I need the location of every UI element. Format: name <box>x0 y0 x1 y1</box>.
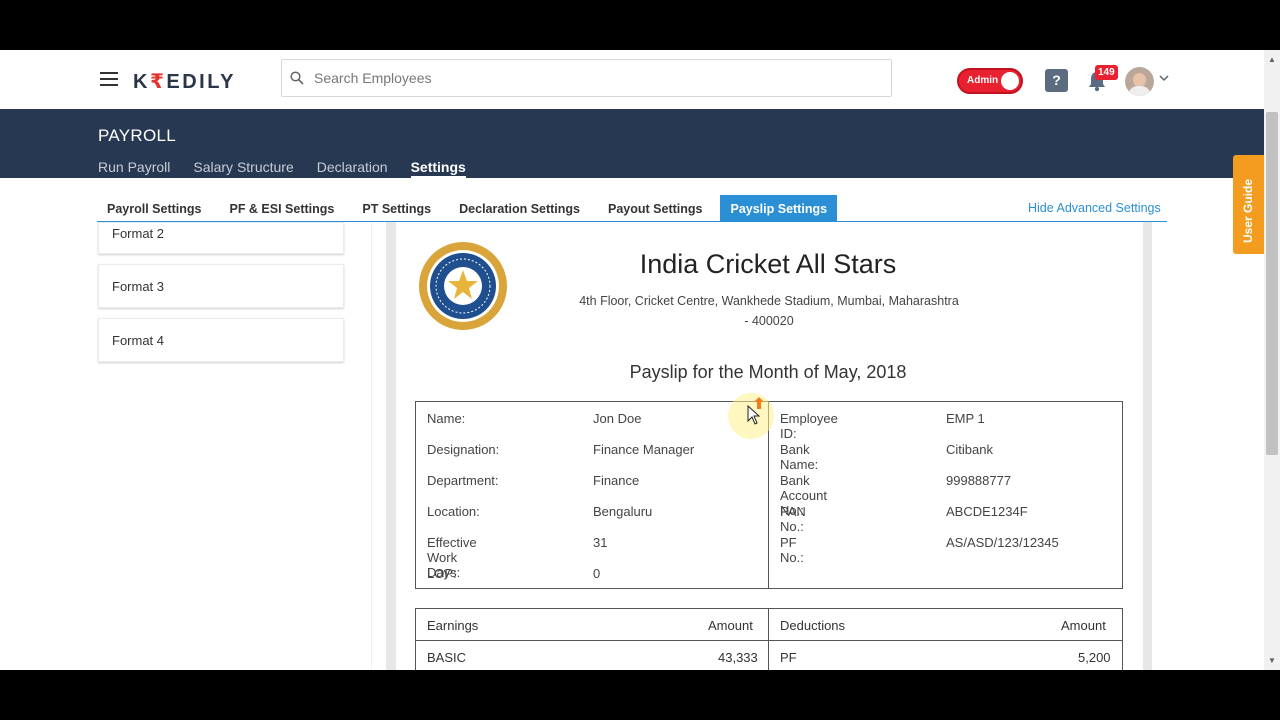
user-avatar[interactable] <box>1125 67 1154 96</box>
info-value: 999888777 <box>946 473 1012 488</box>
company-name: India Cricket All Stars <box>639 249 897 279</box>
info-value: AS/ASD/123/12345 <box>946 535 1059 550</box>
earnings-deductions-table: Earnings Amount Deductions Amount BASIC … <box>415 608 1123 670</box>
address-line-2: - 400020 <box>744 314 794 328</box>
deduction-label: PF <box>780 650 797 665</box>
company-emblem-icon <box>419 242 507 330</box>
scroll-up-arrow-icon[interactable]: ▲ <box>1268 55 1276 64</box>
info-key: Bank Name: <box>780 442 819 472</box>
earnings-amount-header: Amount <box>708 618 753 633</box>
info-key: LOP: <box>427 566 457 581</box>
nav-salary-structure[interactable]: Salary Structure <box>193 159 293 178</box>
format-card-4[interactable]: Format 4 <box>98 318 344 362</box>
nav-settings[interactable]: Settings <box>410 159 466 178</box>
info-value: Bengaluru <box>593 504 653 519</box>
toggle-knob <box>1001 72 1019 90</box>
logo-suffix: EDILY <box>166 71 236 93</box>
table-header-divider <box>416 640 1122 641</box>
info-key: PAN No.: <box>780 504 806 534</box>
settings-tabs: Payroll Settings PF & ESI Settings PT Se… <box>97 195 845 221</box>
page-title: PAYROLL <box>98 126 177 145</box>
user-guide-tab[interactable]: User Guide <box>1233 155 1264 254</box>
tab-declaration-settings[interactable]: Declaration Settings <box>449 195 590 221</box>
info-key: Employee ID: <box>780 411 838 441</box>
top-header: K₹EDILY Admin ? 149 <box>0 50 1264 109</box>
search-icon <box>290 71 304 85</box>
module-nav: Run Payroll Salary Structure Declaration… <box>98 159 466 178</box>
info-key: Location: <box>427 504 480 519</box>
earning-label: BASIC <box>427 650 467 665</box>
logo-prefix: K <box>133 71 150 93</box>
deductions-amount-header: Amount <box>1061 618 1106 633</box>
company-address: 4th Floor, Cricket Centre, Wankhede Stad… <box>556 291 982 331</box>
help-icon[interactable]: ? <box>1045 69 1068 92</box>
nav-run-payroll[interactable]: Run Payroll <box>98 159 170 178</box>
info-key: Designation: <box>427 442 500 457</box>
info-value: Finance <box>593 473 640 488</box>
scrollbar-thumb[interactable] <box>1266 112 1278 455</box>
earning-amount: 43,333 <box>718 650 758 665</box>
admin-toggle[interactable]: Admin <box>957 68 1023 94</box>
format-card-3[interactable]: Format 3 <box>98 264 344 308</box>
search-input[interactable] <box>314 60 874 96</box>
tab-payroll-settings[interactable]: Payroll Settings <box>97 195 211 221</box>
user-guide-label: User Guide <box>1241 178 1255 243</box>
info-value: EMP 1 <box>946 411 985 426</box>
info-key: PF No.: <box>780 535 804 565</box>
nav-declaration[interactable]: Declaration <box>317 159 388 178</box>
tab-pf-esi-settings[interactable]: PF & ESI Settings <box>219 195 344 221</box>
info-value: ABCDE1234F <box>946 504 1028 519</box>
module-header: PAYROLL Run Payroll Salary Structure Dec… <box>0 109 1264 178</box>
deduction-amount: 5,200 <box>1078 650 1111 665</box>
tab-payout-settings[interactable]: Payout Settings <box>598 195 712 221</box>
info-value: 0 <box>593 566 601 581</box>
kredily-logo[interactable]: K₹EDILY <box>133 69 236 94</box>
format-card-2[interactable]: Format 2 <box>98 222 344 254</box>
hamburger-menu-icon[interactable] <box>100 72 118 86</box>
info-value: Jon Doe <box>593 411 642 426</box>
info-key: Name: <box>427 411 466 426</box>
info-value: Citibank <box>946 442 993 457</box>
info-key: Department: <box>427 473 499 488</box>
deductions-header: Deductions <box>780 618 846 633</box>
admin-toggle-label: Admin <box>967 75 999 86</box>
hide-advanced-settings-link[interactable]: Hide Advanced Settings <box>1028 201 1161 215</box>
address-line-1: 4th Floor, Cricket Centre, Wankhede Stad… <box>579 294 959 308</box>
info-value: Finance Manager <box>593 442 695 457</box>
notification-count-badge: 149 <box>1095 65 1118 80</box>
chevron-down-icon[interactable] <box>1158 72 1170 84</box>
tab-payslip-settings[interactable]: Payslip Settings <box>720 195 838 221</box>
payslip-title: Payslip for the Month of May, 2018 <box>629 362 907 382</box>
info-value: 31 <box>593 535 608 550</box>
tab-pt-settings[interactable]: PT Settings <box>352 195 441 221</box>
logo-rupee-symbol: ₹ <box>149 71 167 93</box>
app-window: K₹EDILY Admin ? 149 PAYROLL Run Payroll … <box>0 50 1280 670</box>
earnings-header: Earnings <box>427 618 479 633</box>
search-box[interactable] <box>281 59 892 97</box>
mouse-pointer-icon <box>747 405 761 425</box>
page-scrollbar[interactable]: ▲ ▼ <box>1264 50 1280 670</box>
scroll-down-arrow-icon[interactable]: ▼ <box>1268 656 1276 665</box>
